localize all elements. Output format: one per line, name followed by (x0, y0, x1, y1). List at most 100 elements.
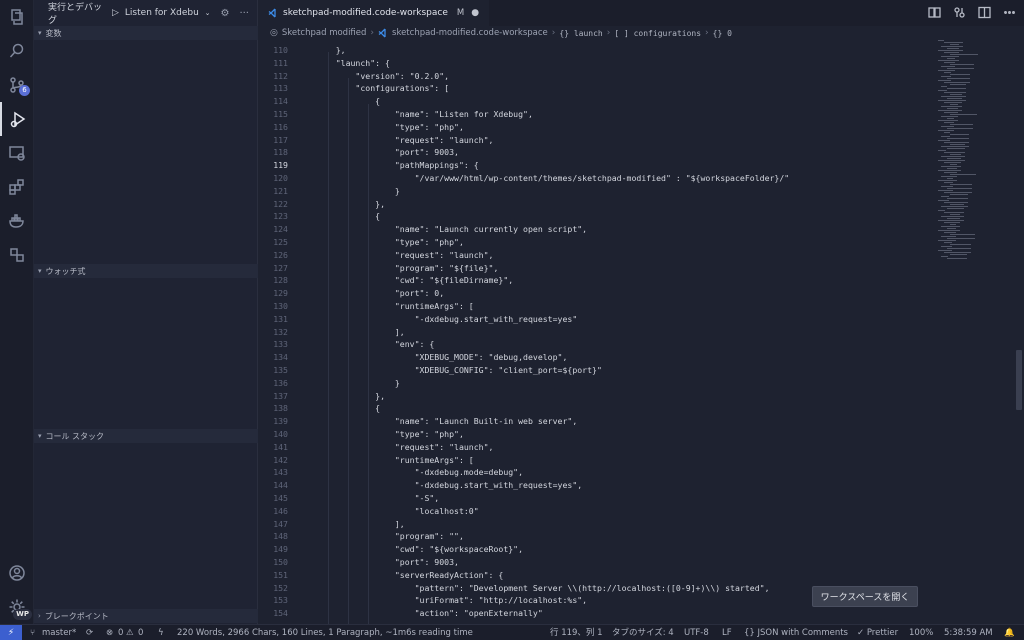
code-line[interactable]: 138 { (258, 402, 938, 415)
code-line[interactable]: 145 "-S", (258, 492, 938, 505)
code-line[interactable]: 135 "XDEBUG_CONFIG": "client_port=${port… (258, 364, 938, 377)
warning-count[interactable]: 0 (138, 625, 143, 640)
warning-icon[interactable]: ⚠ (126, 625, 134, 640)
breadcrumb-index[interactable]: {} 0 (713, 29, 732, 38)
code-line[interactable]: 116 "type": "php", (258, 121, 938, 134)
code-line[interactable]: 133 "env": { (258, 338, 938, 351)
open-changes-icon[interactable] (953, 6, 966, 19)
code-line[interactable]: 129 "port": 0, (258, 287, 938, 300)
breadcrumb-configurations[interactable]: [ ] configurations (614, 29, 701, 38)
more-actions-icon[interactable]: ··· (239, 8, 249, 19)
compare-changes-icon[interactable] (928, 6, 941, 19)
code-line[interactable]: 110 }, (258, 44, 938, 57)
line-number: 149 (273, 544, 288, 555)
code-line[interactable]: 111 "launch": { (258, 57, 938, 70)
error-icon[interactable]: ⊗ (106, 625, 113, 640)
line-text: "program": "", (316, 531, 464, 542)
cursor-position[interactable]: 行 119、列 1 (550, 625, 603, 640)
code-line[interactable]: 118 "port": 9003, (258, 146, 938, 159)
notifications-bell-icon[interactable]: 🔔 (1004, 625, 1015, 640)
code-line[interactable]: 136 } (258, 377, 938, 390)
sync-icon[interactable]: ⟳ (86, 625, 93, 640)
zoom-level[interactable]: 100% (909, 625, 933, 640)
code-line[interactable]: 140 "type": "php", (258, 428, 938, 441)
code-line[interactable]: 148 "program": "", (258, 530, 938, 543)
code-line[interactable]: 139 "name": "Launch Built-in web server"… (258, 415, 938, 428)
breadcrumb-launch[interactable]: {} launch (559, 29, 602, 38)
minimap[interactable] (928, 40, 1014, 280)
error-count[interactable]: 0 (118, 625, 123, 640)
code-line[interactable]: 154 "action": "openExternally" (258, 607, 938, 620)
code-line[interactable]: 121 } (258, 185, 938, 198)
run-debug-icon[interactable] (0, 102, 34, 136)
line-text: "port": 9003, (316, 557, 459, 567)
code-line[interactable]: 147 ], (258, 518, 938, 531)
code-line[interactable]: 115 "name": "Listen for Xdebug", (258, 108, 938, 121)
debug-config-select[interactable]: Listen for Xdebug ( (125, 8, 199, 18)
code-line[interactable]: 132 ], (258, 326, 938, 339)
scrollbar[interactable] (1016, 350, 1022, 410)
source-control-icon[interactable]: 6 (0, 68, 34, 102)
minimap-line (938, 70, 955, 71)
remote-explorer-icon[interactable] (0, 136, 34, 170)
code-line[interactable]: 146 "localhost:0" (258, 505, 938, 518)
encoding[interactable]: UTF-8 (684, 625, 709, 640)
extensions-icon[interactable] (0, 170, 34, 204)
code-line[interactable]: 150 "port": 9003, (258, 556, 938, 569)
code-line[interactable]: 112 "version": "0.2.0", (258, 70, 938, 83)
code-line[interactable]: 137 }, (258, 390, 938, 403)
code-line[interactable]: 119 "pathMappings": { (258, 159, 938, 172)
branch-name[interactable]: master* (42, 625, 76, 640)
language-mode[interactable]: {} JSON with Comments (744, 625, 848, 640)
split-editor-icon[interactable] (978, 6, 991, 19)
docker-icon[interactable] (0, 204, 34, 238)
code-line[interactable]: 130 "runtimeArgs": [ (258, 300, 938, 313)
search-icon[interactable] (0, 34, 34, 68)
start-debug-play-icon[interactable]: ▷ (112, 8, 119, 18)
branch-icon[interactable]: ⑂ (30, 625, 35, 640)
tab-workspace-file[interactable]: sketchpad-modified.code-workspace M ● (258, 0, 490, 26)
code-line[interactable]: 134 "XDEBUG_MODE": "debug,develop", (258, 351, 938, 364)
code-line[interactable]: 131 "-dxdebug.start_with_request=yes" (258, 313, 938, 326)
code-line[interactable]: 126 "request": "launch", (258, 249, 938, 262)
eol[interactable]: LF (722, 625, 732, 640)
code-editor[interactable]: 110 }, 111 "launch": {112 "version": "0.2… (258, 40, 1024, 624)
breadcrumb-file[interactable]: sketchpad-modified.code-workspace (392, 28, 548, 38)
account-icon[interactable] (0, 556, 34, 590)
minimap-line (950, 104, 958, 105)
connections-icon[interactable] (0, 238, 34, 272)
code-line[interactable]: 143 "-dxdebug.mode=debug", (258, 466, 938, 479)
code-line[interactable]: 127 "program": "${file}", (258, 262, 938, 275)
code-line[interactable]: 124 "name": "Launch currently open scrip… (258, 223, 938, 236)
more-actions-icon[interactable] (1003, 6, 1016, 19)
code-line[interactable]: 122 }, (258, 198, 938, 211)
code-line[interactable]: 151 "serverReadyAction": { (258, 569, 938, 582)
code-line[interactable]: 117 "request": "launch", (258, 134, 938, 147)
line-number: 151 (273, 569, 288, 580)
tab-size[interactable]: タブのサイズ: 4 (612, 625, 674, 640)
manage-gear-icon[interactable]: WP (0, 590, 34, 624)
code-line[interactable]: 114 { (258, 95, 938, 108)
code-line[interactable]: 141 "request": "launch", (258, 441, 938, 454)
breakpoints-section[interactable]: › ブレークポイント (34, 609, 258, 623)
code-line[interactable]: 120 "/var/www/html/wp-content/themes/ske… (258, 172, 938, 185)
explorer-icon[interactable] (0, 0, 34, 34)
code-line[interactable]: 125 "type": "php", (258, 236, 938, 249)
open-workspace-button[interactable]: ワークスペースを開く (812, 586, 918, 607)
chevron-down-icon[interactable]: ⌄ (205, 9, 211, 17)
prettier-status[interactable]: ✓ Prettier (857, 625, 898, 640)
breadcrumb-folder[interactable]: Sketchpad modified (282, 28, 367, 38)
code-line[interactable]: 142 "runtimeArgs": [ (258, 454, 938, 467)
code-line[interactable]: 128 "cwd": "${fileDirname}", (258, 274, 938, 287)
remote-icon[interactable]: ⚡ (0, 625, 22, 640)
code-line[interactable]: 123 { (258, 210, 938, 223)
variables-section[interactable]: ▾ 変数 (34, 26, 258, 40)
call-stack-section[interactable]: ▾ コール スタック (34, 429, 258, 443)
code-line[interactable]: 149 "cwd": "${workspaceRoot}", (258, 543, 938, 556)
close-icon[interactable]: ● (471, 8, 479, 18)
code-line[interactable]: 113 "configurations": [ (258, 82, 938, 95)
gear-icon[interactable]: ⚙ (220, 8, 229, 19)
watch-section[interactable]: ▾ ウォッチ式 (34, 264, 258, 278)
code-line[interactable]: 144 "-dxdebug.start_with_request=yes", (258, 479, 938, 492)
minimap-line (938, 50, 963, 51)
